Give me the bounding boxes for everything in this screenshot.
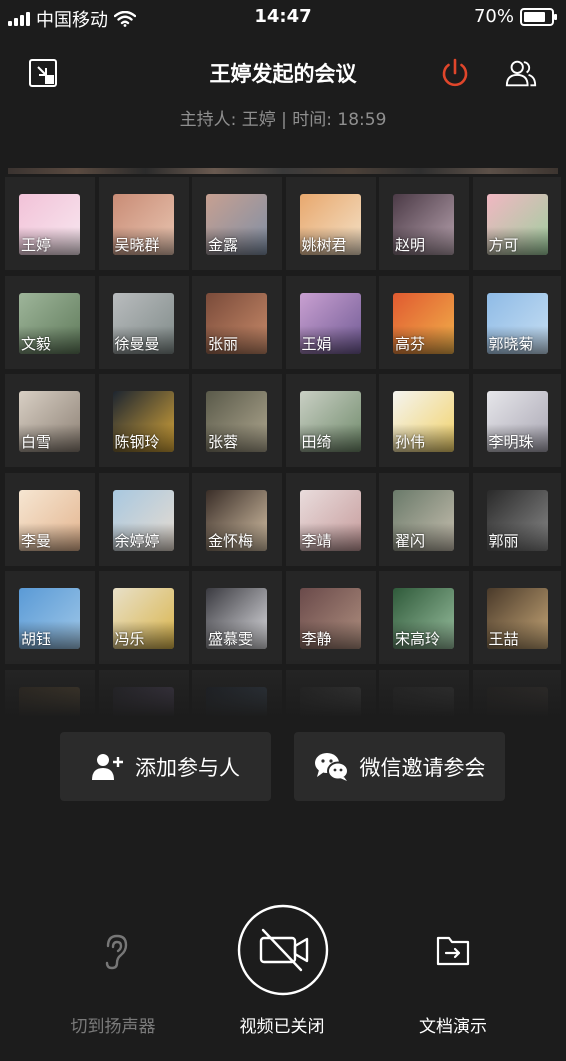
- participant-name: 胡钰: [21, 630, 52, 648]
- participant-tile[interactable]: 文毅: [5, 275, 95, 369]
- participant-name: 王娟: [301, 334, 332, 353]
- wechat-invite-label: 微信邀请参会: [359, 755, 486, 780]
- participant-name: 余婷婷: [114, 531, 160, 550]
- participant-name: 孙伟: [395, 433, 426, 451]
- participant-tile[interactable]: 吴晓群: [98, 177, 189, 270]
- participant-name: 宋高玲: [395, 630, 441, 648]
- participant-tile[interactable]: 王婷: [5, 177, 95, 270]
- participant-name: 李曼: [21, 531, 52, 550]
- participant-name: 金怀梅: [208, 531, 254, 550]
- participant-tile[interactable]: 白雪: [5, 374, 95, 467]
- participant-name: 白雪: [21, 433, 52, 451]
- participant-tile[interactable]: 赵明: [379, 177, 469, 270]
- participant-name: 张丽: [208, 334, 239, 353]
- doc-present-button[interactable]: [436, 934, 470, 968]
- participant-name: 郭晓菊: [488, 334, 534, 353]
- participant-tile[interactable]: 徐曼曼: [98, 275, 189, 369]
- participant-tile[interactable]: 金怀梅: [192, 472, 282, 566]
- status-bar: 中国移动 14:47 70%: [0, 0, 566, 34]
- speaker-button[interactable]: [96, 932, 136, 972]
- participant-name: 张蓉: [208, 433, 239, 451]
- participant-tile[interactable]: 田绮: [285, 374, 376, 467]
- participant-name: 翟闪: [395, 531, 426, 550]
- participant-tile[interactable]: 张丽: [192, 275, 282, 369]
- video-label[interactable]: 视频已关闭: [202, 1012, 362, 1037]
- participant-tile[interactable]: 孙伟: [379, 374, 469, 467]
- participant-grid: 王婷 吴晓群 金露 姚树君 赵明 方可 文毅 徐曼曼 张丽 王娟 高芬 郭晓菊 白雪 陈钢玲 张蓉 田绮 孙伟李…: [5, 177, 561, 717]
- participant-tile[interactable]: 高芬: [379, 275, 469, 369]
- participant-name: 冯乐: [114, 630, 145, 648]
- participant-name: 高芬: [395, 334, 426, 353]
- participant-name: 赵明: [395, 236, 426, 254]
- participant-name: 方可: [488, 236, 519, 254]
- wechat-invite-button[interactable]: 微信邀请参会: [294, 732, 505, 801]
- participant-tile[interactable]: 胡钰: [5, 571, 95, 664]
- participant-tile[interactable]: [285, 669, 376, 717]
- meeting-subtitle: 主持人: 王婷 | 时间: 18:59: [179, 110, 387, 130]
- participant-tile[interactable]: 郭晓菊: [472, 275, 561, 369]
- participant-tile[interactable]: [379, 669, 469, 717]
- participant-tile[interactable]: 李曼: [5, 472, 95, 566]
- wechat-icon: [314, 752, 349, 781]
- doc-label[interactable]: 文档演示: [373, 1012, 533, 1037]
- participants-icon[interactable]: [504, 56, 538, 90]
- participant-tile[interactable]: [5, 669, 95, 717]
- participant-avatar: [393, 686, 454, 717]
- power-icon[interactable]: [438, 56, 472, 90]
- participant-tile[interactable]: 王喆: [472, 571, 561, 664]
- participant-avatar: [112, 686, 174, 717]
- participant-name: 文毅: [21, 334, 52, 353]
- participant-name: 李靖: [301, 531, 332, 550]
- participant-tile[interactable]: 李静: [285, 571, 376, 664]
- add-participant-label: 添加参与人: [135, 755, 240, 780]
- speaker-label[interactable]: 切到扬声器: [33, 1012, 193, 1037]
- participant-avatar: [206, 686, 267, 717]
- participant-name: 郭丽: [488, 531, 519, 550]
- ear-icon: [105, 934, 128, 970]
- participant-tile[interactable]: 盛慕雯: [192, 571, 282, 664]
- add-participant-button[interactable]: 添加参与人: [60, 732, 271, 801]
- participant-tile[interactable]: 陈钢玲: [98, 374, 189, 467]
- participant-name: 王婷: [21, 236, 52, 254]
- participant-tile[interactable]: 金露: [192, 177, 282, 270]
- participant-avatar: [486, 686, 548, 717]
- participant-name: 金露: [208, 236, 239, 254]
- participant-tile[interactable]: 余婷婷: [98, 472, 189, 566]
- participant-avatar: [299, 686, 361, 717]
- participant-name: 姚树君: [301, 236, 347, 254]
- participant-name: 盛慕雯: [208, 630, 254, 648]
- participant-name: 徐曼曼: [114, 334, 160, 353]
- participant-tile[interactable]: [192, 669, 282, 717]
- participant-name: 王喆: [488, 630, 519, 648]
- participant-tile[interactable]: [98, 669, 189, 717]
- participant-tile[interactable]: 王娟: [285, 275, 376, 369]
- meeting-title: 王婷发起的会议: [209, 62, 357, 86]
- participant-tile[interactable]: 冯乐: [98, 571, 189, 664]
- participant-tile[interactable]: 宋高玲: [379, 571, 469, 664]
- video-toggle-button[interactable]: [237, 904, 329, 996]
- video-off-icon: [237, 904, 329, 996]
- participant-name: 陈钢玲: [114, 433, 160, 451]
- participant-tile[interactable]: 张蓉: [192, 374, 282, 467]
- participant-tile[interactable]: 郭丽: [472, 472, 561, 566]
- battery-icon: [520, 7, 557, 26]
- participant-tile[interactable]: 方可: [472, 177, 561, 270]
- meeting-header: 王婷发起的会议: [0, 50, 566, 100]
- participant-name: 李明珠: [488, 433, 534, 451]
- participant-tile[interactable]: [472, 669, 561, 717]
- participant-tile[interactable]: 李明珠: [472, 374, 561, 467]
- participant-avatar: [19, 686, 80, 717]
- participant-name: 田绮: [301, 433, 332, 451]
- status-right: 70%: [473, 6, 557, 27]
- participant-tile[interactable]: 翟闪: [379, 472, 469, 566]
- add-person-icon: [92, 753, 123, 780]
- participant-tile[interactable]: 姚树君: [285, 177, 376, 270]
- battery-percent: 70%: [473, 6, 514, 27]
- participant-tile[interactable]: 李靖: [285, 472, 376, 566]
- folder-share-icon: [436, 936, 470, 966]
- video-strip: [8, 168, 558, 174]
- participant-name: 李静: [301, 630, 332, 648]
- participant-name: 吴晓群: [114, 236, 160, 254]
